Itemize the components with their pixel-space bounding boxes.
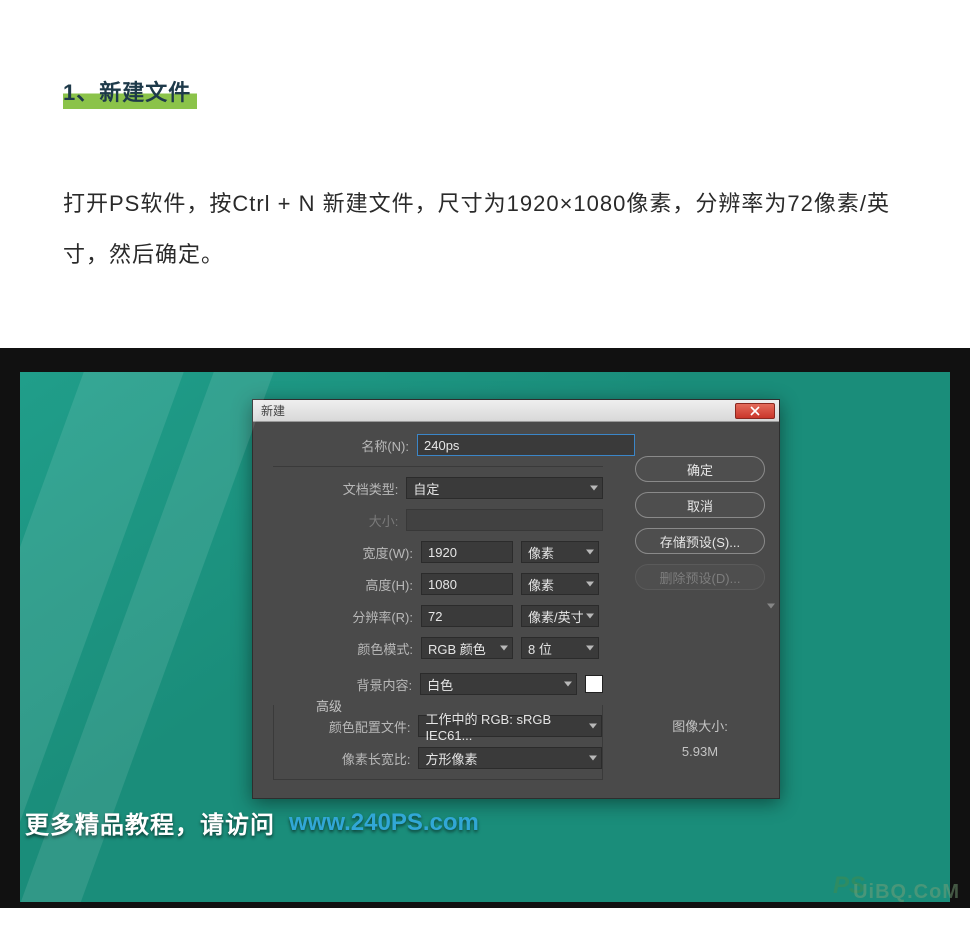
image-size-value: 5.93M: [635, 740, 765, 765]
section-heading: 1、新建文件: [63, 75, 197, 109]
chevron-down-icon: [586, 646, 594, 651]
color-profile-select[interactable]: 工作中的 RGB: sRGB IEC61...: [418, 715, 602, 737]
resolution-input[interactable]: 72: [421, 605, 513, 627]
chevron-down-icon: [767, 604, 775, 609]
background-color-swatch[interactable]: [585, 675, 603, 693]
width-input[interactable]: 1920: [421, 541, 513, 563]
watermark-banner: 更多精品教程，请访问 www.240PS.com: [25, 805, 479, 840]
doctype-select[interactable]: 自定: [406, 477, 603, 499]
color-mode-label: 颜色模式:: [273, 639, 413, 658]
height-label: 高度(H):: [273, 575, 413, 594]
close-button[interactable]: [735, 403, 775, 419]
corner-watermark: UiBQ.CoM: [853, 881, 960, 904]
width-label: 宽度(W):: [273, 543, 413, 562]
screenshot-container: 新建 名称(N): 240ps 文档类型: 自定 大小:: [0, 348, 970, 908]
chevron-down-icon: [500, 646, 508, 651]
new-document-dialog: 新建 名称(N): 240ps 文档类型: 自定 大小:: [252, 399, 780, 799]
chevron-down-icon: [590, 486, 598, 491]
name-label: 名称(N):: [269, 436, 409, 455]
resolution-unit-select[interactable]: 像素/英寸: [521, 605, 599, 627]
doctype-label: 文档类型:: [273, 479, 398, 498]
chevron-down-icon: [564, 682, 572, 687]
height-input[interactable]: 1080: [421, 573, 513, 595]
save-preset-button[interactable]: 存储预设(S)...: [635, 528, 765, 554]
color-mode-select[interactable]: RGB 颜色: [421, 637, 513, 659]
delete-preset-button: 删除预设(D)...: [635, 564, 765, 590]
chevron-down-icon: [586, 614, 594, 619]
chevron-down-icon: [589, 756, 597, 761]
close-icon: [750, 406, 760, 416]
dialog-title: 新建: [261, 402, 285, 419]
advanced-legend: 高级: [310, 696, 348, 715]
image-size-label: 图像大小:: [635, 715, 765, 740]
cancel-button[interactable]: 取消: [635, 492, 765, 518]
chevron-down-icon: [586, 550, 594, 555]
pixel-aspect-label: 像素长宽比:: [274, 749, 410, 768]
width-unit-select[interactable]: 像素: [521, 541, 599, 563]
pixel-aspect-select[interactable]: 方形像素: [418, 747, 602, 769]
instruction-text: 打开PS软件，按Ctrl + N 新建文件，尺寸为1920×1080像素，分辨率…: [63, 179, 907, 280]
color-profile-label: 颜色配置文件:: [274, 717, 410, 736]
size-label: 大小:: [273, 511, 398, 530]
background-select[interactable]: 白色: [420, 673, 577, 695]
name-input[interactable]: 240ps: [417, 434, 635, 456]
size-select: [406, 509, 603, 531]
dialog-title-bar[interactable]: 新建: [253, 400, 779, 422]
chevron-down-icon: [589, 724, 597, 729]
image-size-info: 图像大小: 5.93M: [635, 715, 765, 764]
resolution-label: 分辨率(R):: [273, 607, 413, 626]
background-canvas: 新建 名称(N): 240ps 文档类型: 自定 大小:: [20, 372, 950, 902]
chevron-down-icon: [586, 582, 594, 587]
height-unit-select[interactable]: 像素: [521, 573, 599, 595]
bit-depth-select[interactable]: 8 位: [521, 637, 599, 659]
ok-button[interactable]: 确定: [635, 456, 765, 482]
background-label: 背景内容:: [273, 675, 412, 694]
watermark-url: www.240PS.com: [289, 809, 479, 837]
watermark-text: 更多精品教程，请访问: [25, 805, 275, 840]
